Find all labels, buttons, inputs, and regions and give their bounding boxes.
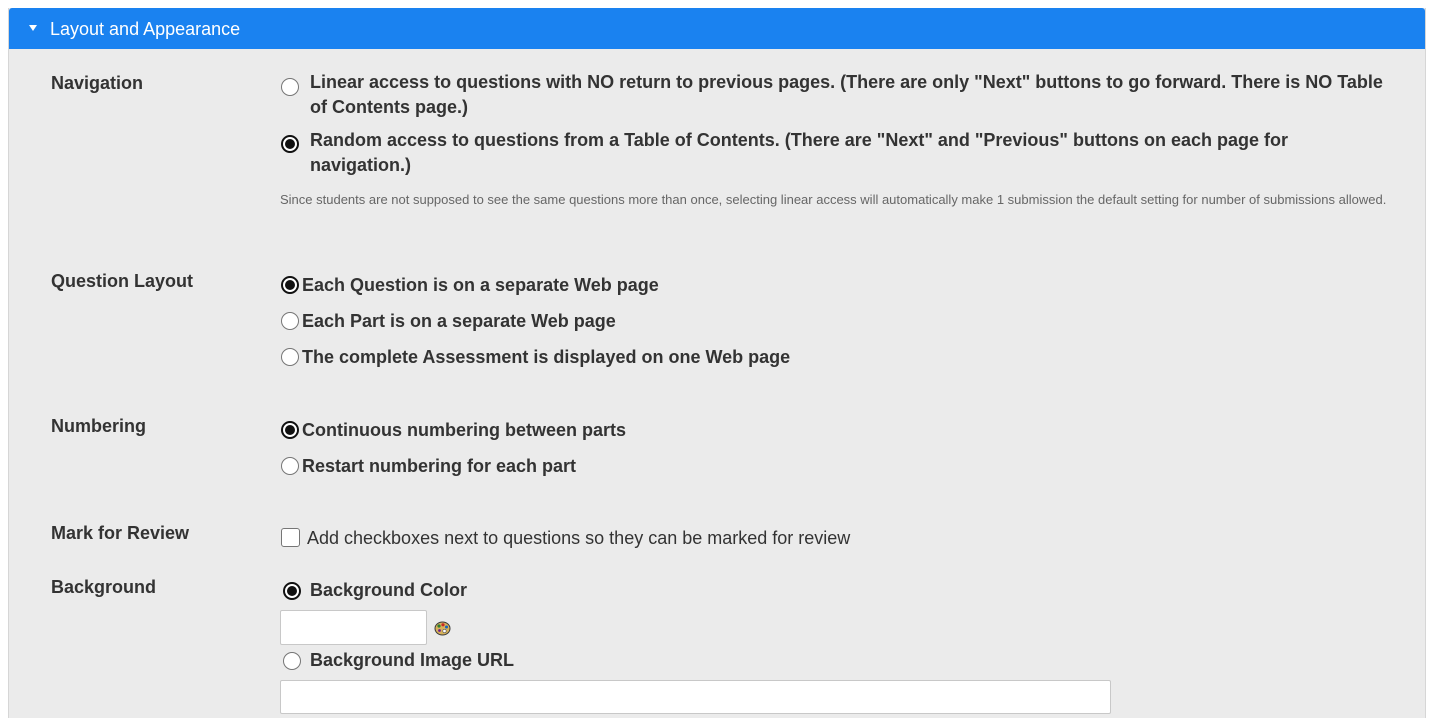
navigation-label: Navigation: [51, 73, 144, 93]
radio-numbering-restart[interactable]: [281, 457, 299, 475]
navigation-random-label: Random access to questions from a Table …: [310, 130, 1288, 175]
section-header[interactable]: Layout and Appearance: [9, 8, 1425, 49]
radio-background-image[interactable]: [283, 652, 301, 670]
radio-background-color[interactable]: [283, 582, 301, 600]
radio-layout-question[interactable]: [281, 276, 299, 294]
mark-for-review-checkbox-label: Add checkboxes next to questions so they…: [307, 528, 851, 548]
numbering-continuous-label: Continuous numbering between parts: [302, 420, 627, 440]
caret-down-icon[interactable]: [29, 25, 37, 31]
numbering-restart-label: Restart numbering for each part: [302, 456, 577, 476]
numbering-label: Numbering: [51, 416, 147, 436]
section-title: Layout and Appearance: [50, 19, 241, 39]
mark-for-review-label: Mark for Review: [51, 523, 190, 543]
radio-navigation-linear[interactable]: [281, 78, 299, 96]
background-color-label: Background Color: [310, 580, 468, 600]
background-image-url-input[interactable]: [280, 680, 1111, 714]
background-image-label: Background Image URL: [310, 650, 515, 670]
layout-question-label: Each Question is on a separate Web page: [302, 275, 659, 295]
background-color-input[interactable]: [280, 610, 427, 645]
radio-navigation-random[interactable]: [281, 135, 299, 153]
layout-complete-label: The complete Assessment is displayed on …: [302, 347, 791, 367]
navigation-help-text: Since students are not supposed to see t…: [280, 192, 1387, 207]
color-palette-icon[interactable]: [434, 621, 451, 636]
layout-part-label: Each Part is on a separate Web page: [302, 311, 616, 331]
radio-layout-part[interactable]: [281, 312, 299, 330]
radio-layout-complete[interactable]: [281, 348, 299, 366]
background-label: Background: [51, 577, 157, 597]
radio-numbering-continuous[interactable]: [281, 421, 299, 439]
mark-for-review-checkbox[interactable]: [281, 528, 300, 547]
navigation-linear-label: Linear access to questions with NO retur…: [310, 72, 1383, 117]
question-layout-label: Question Layout: [51, 271, 194, 291]
